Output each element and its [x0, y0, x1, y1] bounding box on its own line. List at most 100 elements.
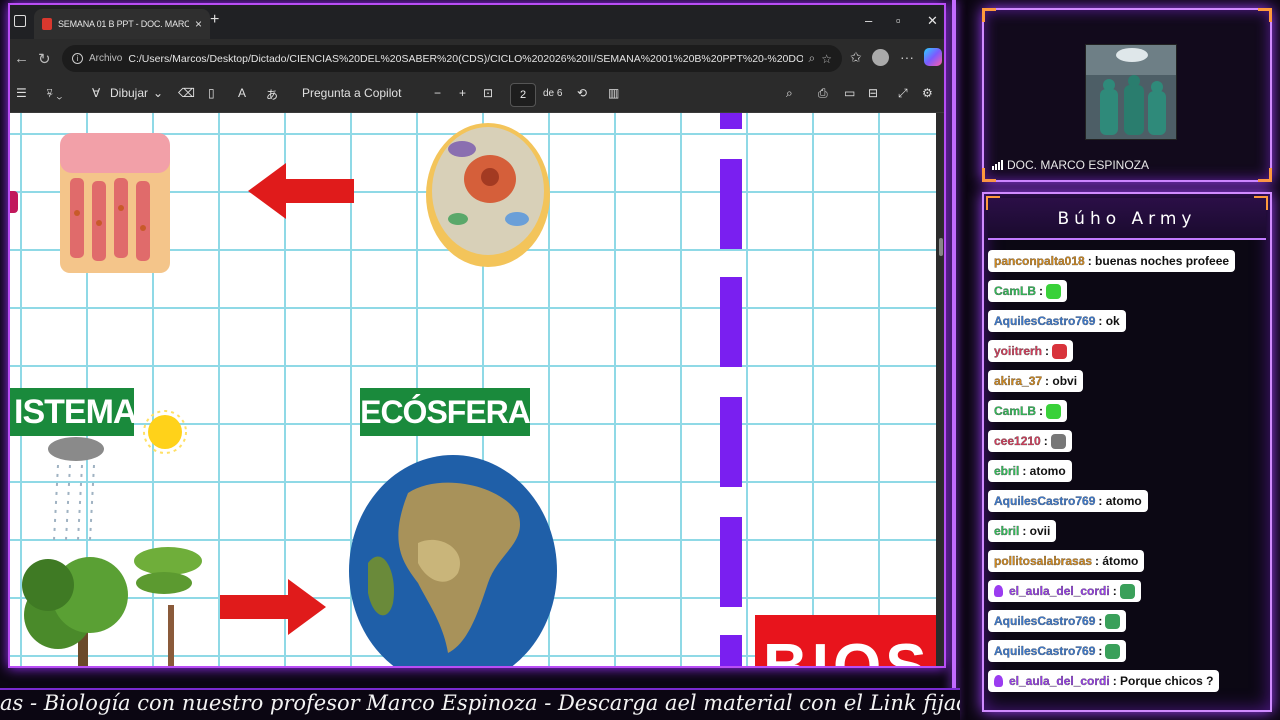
fullscreen-icon[interactable]: ⤢: [898, 86, 908, 101]
divider-dash: [720, 277, 742, 367]
chat-username[interactable]: AquilesCastro769: [994, 644, 1096, 658]
chat-username[interactable]: akira_37: [994, 374, 1042, 388]
contents-icon[interactable]: ☰: [16, 86, 27, 100]
highlight-icon[interactable]: ⍫ ⌄: [46, 86, 62, 101]
minimize-button[interactable]: –: [865, 13, 872, 28]
chat-message: AquilesCastro769:: [988, 610, 1127, 632]
draw-icon[interactable]: ∀: [92, 86, 100, 100]
chat-username[interactable]: AquilesCastro769: [994, 494, 1096, 508]
settings-icon[interactable]: ⚙: [922, 86, 933, 100]
info-icon[interactable]: i: [72, 53, 83, 64]
chat-text: : atomo: [1098, 494, 1142, 508]
print-icon[interactable]: ⎙: [818, 86, 828, 101]
frame-corner: [982, 8, 996, 22]
chat-message: ebril: atomo: [988, 460, 1072, 482]
zoom-in-button[interactable]: +: [459, 86, 466, 100]
chat-text: :: [1043, 434, 1048, 448]
webcam-name: DOC. MARCO ESPINOZA: [992, 158, 1149, 172]
back-icon[interactable]: ←: [14, 50, 29, 67]
page-number-input[interactable]: 2: [510, 83, 536, 107]
refresh-icon[interactable]: ↻: [38, 50, 51, 68]
chat-username[interactable]: pollitosalabrasas: [994, 554, 1092, 568]
save-disabled-icon: ▭: [844, 86, 856, 100]
earth-illustration: [349, 455, 557, 666]
emote-icon: [1119, 583, 1135, 599]
tissue-illustration: [60, 133, 170, 273]
chat-message: cee1210:: [988, 430, 1072, 452]
chat-header: Búho Army: [988, 198, 1266, 240]
chat-username[interactable]: ebril: [994, 464, 1020, 478]
read-aloud-icon[interactable]: A: [238, 86, 246, 100]
chat-username[interactable]: yoiitrerh: [994, 344, 1042, 358]
chat-username[interactable]: el_aula_del_cordi: [1009, 584, 1110, 598]
search-icon[interactable]: ⌕: [786, 86, 793, 101]
chat-message: AquilesCastro769: ok: [988, 310, 1126, 332]
news-ticker: as - Biología con nuestro profesor Marco…: [0, 688, 960, 720]
more-menu-icon[interactable]: ···: [900, 49, 914, 65]
copilot-icon[interactable]: [924, 48, 942, 66]
divider-dash: [720, 397, 742, 487]
arrow-right-icon: [220, 579, 326, 635]
file-chip: Archivo: [89, 53, 123, 64]
biosphere-text: BIOS: [763, 632, 931, 668]
save-as-icon[interactable]: ⊟: [868, 86, 878, 100]
mod-badge-icon: [994, 585, 1003, 597]
frame-divider: [952, 0, 956, 720]
fit-page-icon[interactable]: ⊡: [483, 86, 493, 100]
vertical-scrollbar[interactable]: [936, 113, 944, 666]
chat-username[interactable]: CamLB: [994, 284, 1036, 298]
pdf-page: ISTEMA ECÓSFERA BIOS: [10, 113, 936, 668]
vertical-tabs-icon[interactable]: [14, 15, 26, 27]
zoom-out-button[interactable]: −: [434, 86, 441, 100]
tab-close-icon[interactable]: ×: [195, 17, 202, 31]
arrow-left-icon: [248, 163, 354, 219]
chat-text: : obvi: [1045, 374, 1078, 388]
url-field[interactable]: i Archivo C:/Users/Marcos/Desktop/Dictad…: [62, 45, 842, 72]
chat-text: :: [1112, 584, 1117, 598]
favorite-star-icon[interactable]: ☆: [821, 52, 832, 66]
chat-username[interactable]: panconpalta018: [994, 254, 1085, 268]
chat-text: :: [1039, 284, 1044, 298]
sun-icon: [143, 410, 187, 454]
text-box-icon[interactable]: ▯: [208, 86, 215, 100]
rotate-icon[interactable]: ⟲: [577, 86, 587, 100]
chat-username[interactable]: AquilesCastro769: [994, 614, 1096, 628]
chat-username[interactable]: AquilesCastro769: [994, 314, 1096, 328]
tab-pdf[interactable]: SEMANA 01 B PPT - DOC. MARCO ×: [34, 9, 210, 39]
tab-title: SEMANA 01 B PPT - DOC. MARCO: [58, 19, 189, 29]
url-text[interactable]: C:/Users/Marcos/Desktop/Dictado/CIENCIAS…: [128, 53, 802, 65]
browser-window: SEMANA 01 B PPT - DOC. MARCO × + – ▫ ✕ ←…: [8, 3, 946, 668]
trees-illustration: [22, 547, 202, 666]
scrollbar-thumb[interactable]: [939, 238, 943, 256]
emote-icon: [1050, 433, 1066, 449]
profile-avatar[interactable]: [872, 49, 889, 66]
chat-username[interactable]: el_aula_del_cordi: [1009, 674, 1110, 688]
chat-text: : Porque chicos ?: [1112, 674, 1214, 688]
emote-icon: [1052, 343, 1068, 359]
draw-button[interactable]: Dibujar: [110, 86, 148, 100]
close-button[interactable]: ✕: [927, 13, 938, 29]
chat-message: AquilesCastro769:: [988, 640, 1127, 662]
zoom-icon[interactable]: ⌕: [809, 51, 816, 66]
address-bar: ← ↻ i Archivo C:/Users/Marcos/Desktop/Di…: [10, 39, 944, 77]
chat-username[interactable]: cee1210: [994, 434, 1041, 448]
chat-message: pollitosalabrasas: átomo: [988, 550, 1145, 572]
draw-dropdown-icon[interactable]: ⌄: [153, 86, 163, 100]
page-view-icon[interactable]: ▥: [608, 86, 619, 100]
pdf-icon: [42, 18, 52, 30]
new-tab-button[interactable]: +: [210, 11, 219, 29]
frame-corner: [1258, 8, 1272, 22]
divider-dash: [720, 113, 742, 129]
chat-username[interactable]: CamLB: [994, 404, 1036, 418]
copilot-ask-button[interactable]: Pregunta a Copilot: [302, 86, 401, 100]
maximize-button[interactable]: ▫: [896, 13, 901, 28]
translate-icon[interactable]: あ: [266, 86, 278, 103]
chat-panel: Búho Army panconpalta018: buenas noches …: [982, 192, 1272, 712]
chat-text: :: [1098, 644, 1103, 658]
favorites-icon[interactable]: ✩: [850, 49, 862, 66]
chat-username[interactable]: ebril: [994, 524, 1020, 538]
streamer-name: DOC. MARCO ESPINOZA: [1007, 158, 1150, 172]
chat-message: ebril: ovii: [988, 520, 1057, 542]
eraser-icon[interactable]: ⌫: [178, 86, 195, 100]
frame-corner: [1258, 168, 1272, 182]
